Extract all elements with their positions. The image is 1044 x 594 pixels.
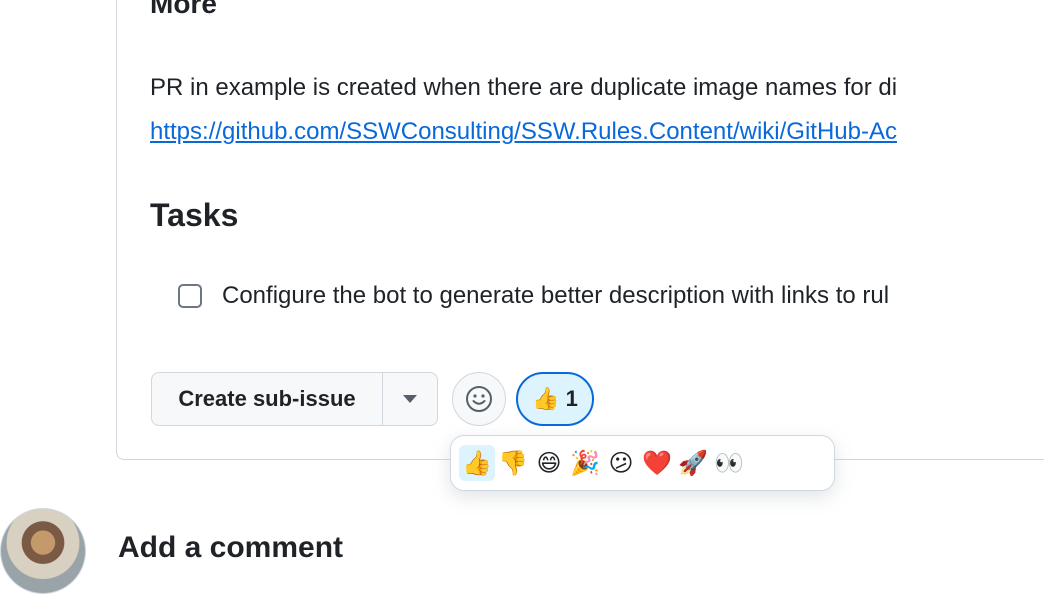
- reaction-count: 1: [565, 386, 578, 411]
- section-heading-tasks: Tasks: [150, 197, 239, 233]
- smiley-icon: [466, 386, 492, 412]
- chevron-down-icon: [403, 395, 417, 403]
- description-text: PR in example is created when there are …: [150, 74, 898, 101]
- emoji-option-heart[interactable]: ❤️: [639, 445, 675, 481]
- emoji-option-hooray[interactable]: 🎉: [567, 445, 603, 481]
- thumbs-up-reaction-button[interactable]: 👍 1: [516, 372, 594, 426]
- thumbs-up-icon: 👍: [532, 386, 560, 411]
- section-heading-more: More: [150, 0, 217, 19]
- emoji-option-thumbs-up[interactable]: 👍: [459, 445, 495, 481]
- task-item: Configure the bot to generate better des…: [178, 278, 889, 314]
- sub-issue-dropdown-button[interactable]: [383, 373, 437, 425]
- task-label: Configure the bot to generate better des…: [222, 282, 890, 309]
- create-sub-issue-button-group: Create sub-issue: [151, 372, 438, 426]
- add-reaction-button[interactable]: [452, 372, 506, 426]
- emoji-option-rocket[interactable]: 🚀: [675, 445, 711, 481]
- emoji-option-thumbs-down[interactable]: 👎: [495, 445, 531, 481]
- avatar[interactable]: [0, 508, 86, 594]
- emoji-picker: 👍 👎 😄 🎉 😕 ❤️ 🚀 👀: [450, 435, 835, 491]
- description-paragraph: PR in example is created when there are …: [150, 66, 1044, 154]
- emoji-option-eyes[interactable]: 👀: [711, 445, 747, 481]
- emoji-option-laugh[interactable]: 😄: [531, 445, 567, 481]
- wiki-link[interactable]: https://github.com/SSWConsulting/SSW.Rul…: [150, 110, 1044, 154]
- create-sub-issue-button[interactable]: Create sub-issue: [152, 373, 383, 425]
- emoji-option-confused[interactable]: 😕: [603, 445, 639, 481]
- task-checkbox[interactable]: [178, 284, 202, 308]
- add-comment-heading: Add a comment: [118, 531, 344, 564]
